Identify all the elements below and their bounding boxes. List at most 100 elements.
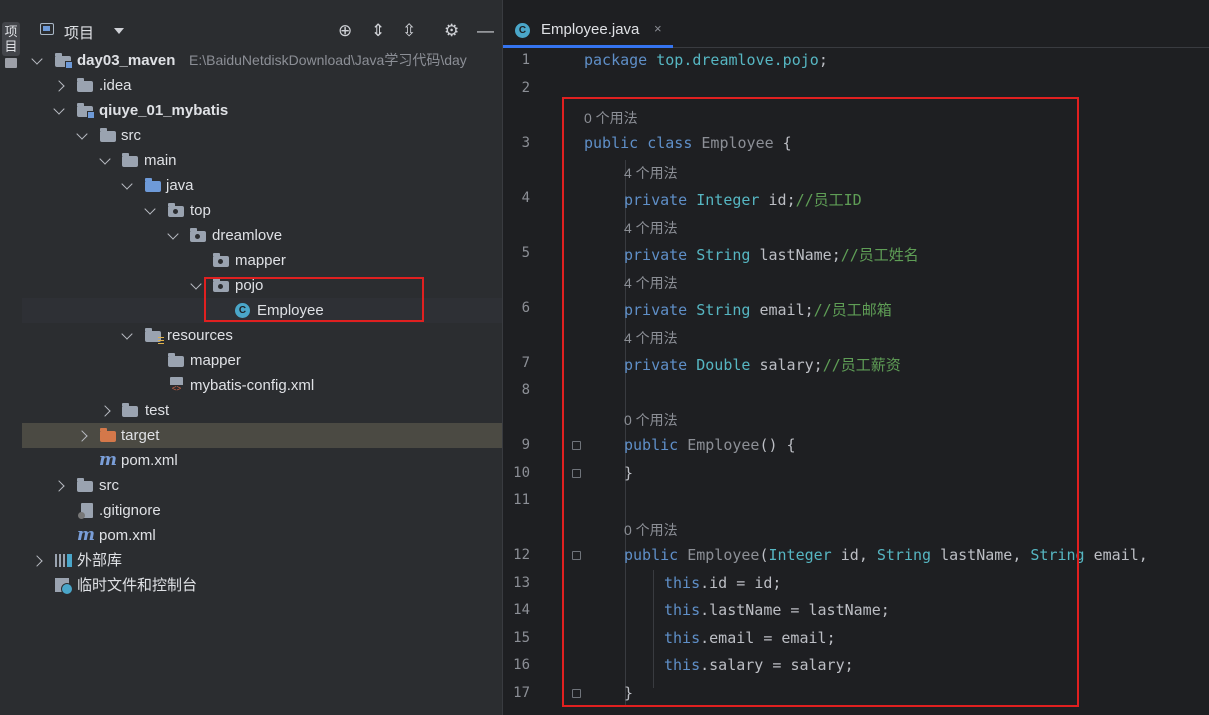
- tree-item-mapper-folder[interactable]: mapper: [22, 348, 502, 373]
- module-folder-icon: [77, 103, 95, 119]
- close-icon[interactable]: ×: [654, 21, 662, 36]
- line-number: 15: [513, 630, 530, 646]
- tree-item-label: dreamlove: [212, 227, 283, 244]
- tree-item-label: java: [166, 177, 194, 194]
- line-number: 10: [513, 465, 530, 481]
- tree-item-label: pom.xml: [121, 452, 178, 469]
- line-number: 17: [513, 685, 530, 701]
- chevron-down-icon[interactable]: [167, 223, 181, 248]
- chevron-right-icon[interactable]: [33, 548, 47, 573]
- tree-item-qiuye-01-mybatis[interactable]: qiuye_01_mybatis: [22, 98, 502, 123]
- tree-item-test[interactable]: test: [22, 398, 502, 423]
- tree-item-external-libraries[interactable]: 外部库: [22, 548, 502, 573]
- tree-item-dreamlove[interactable]: dreamlove: [22, 223, 502, 248]
- tree-item-label: qiuye_01_mybatis: [99, 102, 229, 119]
- tree-item-pom-module[interactable]: m pom.xml: [22, 448, 502, 473]
- tree-item-label: src: [121, 127, 141, 144]
- tree-item-label: .gitignore: [99, 502, 161, 519]
- chevron-down-icon[interactable]: [144, 198, 158, 223]
- chevron-right-icon[interactable]: [101, 398, 115, 423]
- tree-item-mybatis-config[interactable]: mybatis-config.xml: [22, 373, 502, 398]
- line-number: 7: [521, 355, 530, 371]
- package-icon: [213, 253, 229, 267]
- line-number: 1: [521, 52, 530, 68]
- tree-item-java[interactable]: java: [22, 173, 502, 198]
- chevron-down-icon[interactable]: [121, 323, 135, 348]
- line-number: 13: [513, 575, 530, 591]
- tree-item-path: E:\BaiduNetdiskDownload\Java学习代码\day: [189, 52, 467, 68]
- tree-item-resources[interactable]: resources: [22, 323, 502, 348]
- punctuation: ,: [1138, 546, 1157, 564]
- package-name: top.dreamlove.pojo: [656, 51, 819, 69]
- code-line-1[interactable]: package top.dreamlove.pojo;: [584, 51, 828, 69]
- project-panel-title[interactable]: 项目: [64, 22, 94, 43]
- xml-file-icon: [170, 377, 183, 393]
- tree-item-label: target: [121, 427, 160, 444]
- chevron-down-icon[interactable]: [99, 148, 113, 173]
- tree-item-src[interactable]: src: [22, 123, 502, 148]
- tree-item-idea[interactable]: .idea: [22, 73, 502, 98]
- tool-window-strip: 项目: [0, 0, 23, 715]
- project-panel: 项目 ⊕ ⇕ ⇳ ⚙ — day03_maven E:\BaiduNetdisk…: [22, 0, 502, 715]
- chevron-down-icon[interactable]: [190, 273, 204, 298]
- line-number: 3: [521, 135, 530, 151]
- maven-file-icon: m: [99, 450, 117, 470]
- tree-item-main[interactable]: main: [22, 148, 502, 173]
- tree-item-label: mapper: [235, 252, 286, 269]
- class-icon: C: [515, 23, 530, 38]
- tree-item-label: src: [99, 477, 119, 494]
- folder-icon[interactable]: [5, 58, 17, 68]
- module-folder-icon: [55, 53, 73, 69]
- folder-icon: [100, 128, 116, 142]
- tree-item-day03-maven[interactable]: day03_maven E:\BaiduNetdiskDownload\Java…: [22, 48, 502, 73]
- editor-tab-bar: C Employee.java ×: [503, 14, 1209, 48]
- chevron-right-icon[interactable]: [55, 473, 69, 498]
- chevron-down-icon[interactable]: [31, 48, 45, 73]
- line-number: 9: [521, 437, 530, 453]
- tree-item-label: 外部库: [77, 552, 123, 569]
- line-number: 12: [513, 547, 530, 563]
- tree-item-gitignore[interactable]: .gitignore: [22, 498, 502, 523]
- chevron-down-icon[interactable]: [121, 173, 135, 198]
- line-number: 2: [521, 80, 530, 96]
- punctuation: ;: [818, 51, 828, 69]
- tree-item-src-root[interactable]: src: [22, 473, 502, 498]
- tree-item-mapper-package[interactable]: mapper: [22, 248, 502, 273]
- chevron-down-icon[interactable]: [53, 98, 67, 123]
- tree-item-label: top: [190, 202, 211, 219]
- folder-icon: [168, 353, 184, 367]
- resources-folder-icon: [145, 328, 164, 344]
- chevron-right-icon[interactable]: [55, 73, 69, 98]
- chevron-down-icon[interactable]: [76, 123, 90, 148]
- library-icon: [55, 554, 72, 567]
- line-number: 6: [521, 300, 530, 316]
- line-number: 14: [513, 602, 530, 618]
- minimize-icon[interactable]: —: [477, 22, 494, 40]
- scratches-icon: [55, 578, 73, 595]
- tree-item-scratches[interactable]: 临时文件和控制台: [22, 573, 502, 598]
- locate-icon[interactable]: ⊕: [338, 22, 352, 40]
- tree-item-top[interactable]: top: [22, 198, 502, 223]
- tree-item-target[interactable]: target: [22, 423, 502, 448]
- param-name: email: [1093, 546, 1139, 564]
- tree-item-pom-root[interactable]: m pom.xml: [22, 523, 502, 548]
- tree-item-label: mybatis-config.xml: [190, 377, 315, 394]
- gear-icon[interactable]: ⚙: [444, 22, 459, 40]
- tree-item-label: resources: [167, 327, 233, 344]
- source-folder-icon: [145, 178, 161, 192]
- line-number: 11: [513, 492, 530, 508]
- highlight-box: [204, 277, 424, 322]
- keyword: package: [584, 51, 648, 69]
- project-tool-label[interactable]: 项目: [3, 24, 19, 54]
- chevron-down-icon[interactable]: [114, 28, 124, 34]
- tree-item-label: test: [145, 402, 170, 419]
- folder-icon: [122, 153, 138, 167]
- expand-all-icon[interactable]: ⇕: [371, 22, 385, 40]
- tab-employee-java[interactable]: C Employee.java ×: [503, 14, 673, 48]
- excluded-folder-icon: [100, 428, 116, 442]
- package-icon: [168, 203, 184, 217]
- collapse-all-icon[interactable]: ⇳: [402, 22, 416, 40]
- tree-item-label: main: [144, 152, 177, 169]
- chevron-right-icon[interactable]: [78, 423, 92, 448]
- tree-item-label: mapper: [190, 352, 241, 369]
